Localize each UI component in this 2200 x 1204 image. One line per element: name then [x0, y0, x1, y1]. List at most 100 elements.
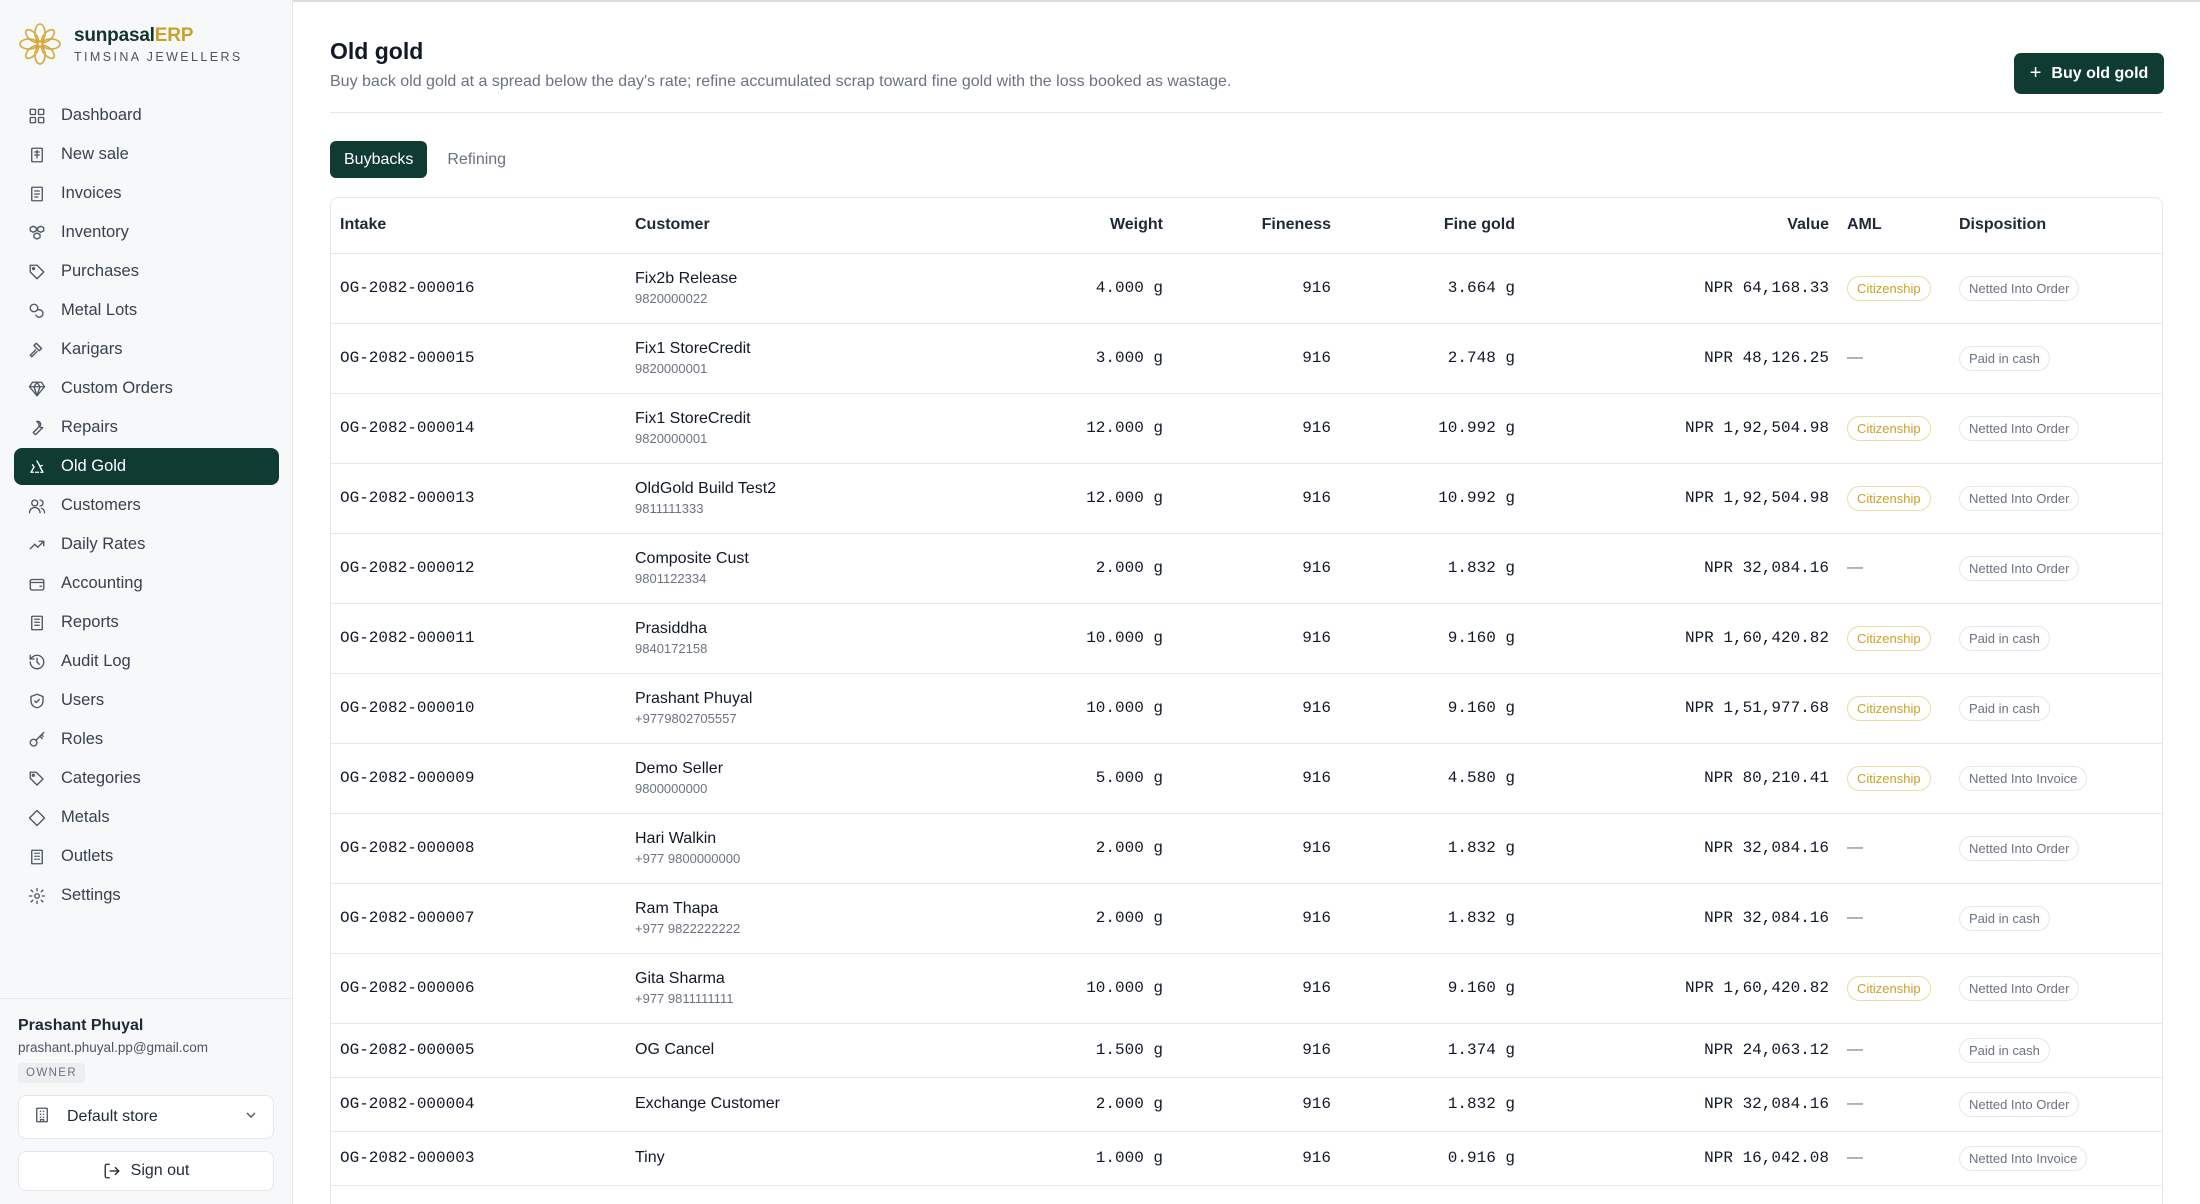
- sidebar-item-customers[interactable]: Customers: [14, 487, 279, 524]
- disposition-cell: Netted Into Order: [1950, 253, 2162, 324]
- intake-cell: OG-2082-000016: [331, 253, 626, 324]
- buybacks-table: Intake Customer Weight Fineness Fine gol…: [330, 197, 2163, 1204]
- customer-name: Composite Cust: [635, 550, 749, 567]
- sidebar-item-users[interactable]: Users: [14, 682, 279, 719]
- fine-gold-cell: 1.374 g: [1340, 1023, 1524, 1078]
- sidebar-item-purchases[interactable]: Purchases: [14, 253, 279, 290]
- table-row[interactable]: OG-2082-000009 Demo Seller 9800000000 5.000…: [331, 743, 2162, 814]
- fine-gold-cell: 10.992 g: [1340, 463, 1524, 534]
- key-icon: [28, 731, 46, 749]
- sidebar-item-dashboard[interactable]: Dashboard: [14, 97, 279, 134]
- intake-cell: OG-2082-000007: [331, 883, 626, 954]
- history-icon: [28, 653, 46, 671]
- brand[interactable]: sunpasalERP TIMSINA JEWELLERS: [18, 22, 243, 66]
- sidebar-item-new-sale[interactable]: New sale: [14, 136, 279, 173]
- disposition-badge: Netted Into Order: [1959, 275, 2080, 301]
- value-cell: NPR 32,084.16: [1524, 883, 1838, 954]
- sidebar-item-old-gold[interactable]: Old Gold: [14, 448, 279, 485]
- value-cell: NPR 1,60,420.82: [1524, 953, 1838, 1024]
- table-row[interactable]: OG-2082-000015 Fix1 StoreCredit 9820000001…: [331, 323, 2162, 394]
- sidebar-item-roles[interactable]: Roles: [14, 721, 279, 758]
- table-row[interactable]: OG-2082-000005 OG Cancel 1.500 g 916 1.374 g…: [331, 1023, 2162, 1078]
- boxes-icon: [28, 224, 46, 242]
- table-row[interactable]: OG-2082-000010 Prashant Phuyal +9779802705…: [331, 673, 2162, 744]
- aml-cell: Citizenship: [1838, 603, 1950, 674]
- disposition-cell: Netted Into Invoice: [1950, 1131, 2162, 1186]
- sidebar-item-karigars[interactable]: Karigars: [14, 331, 279, 368]
- customer-phone: +977 9811111111: [635, 991, 734, 1006]
- sidebar-item-label: Invoices: [61, 184, 122, 202]
- store-selector[interactable]: Default store: [18, 1095, 274, 1139]
- column-header-intake[interactable]: Intake: [331, 198, 626, 254]
- table-row[interactable]: OG-2082-000007 Ram Thapa +977 9822222222 2.…: [331, 883, 2162, 954]
- table-row[interactable]: OG-2082-000013 OldGold Build Test2 9811111…: [331, 463, 2162, 534]
- customer-cell: OG Cancel: [626, 1023, 956, 1078]
- sidebar-item-repairs[interactable]: Repairs: [14, 409, 279, 446]
- value-cell: NPR 1,60,420.82: [1524, 603, 1838, 674]
- sidebar-item-accounting[interactable]: Accounting: [14, 565, 279, 602]
- sidebar-item-invoices[interactable]: Invoices: [14, 175, 279, 212]
- aml-cell: Citizenship: [1838, 393, 1950, 464]
- trend-icon: [28, 536, 46, 554]
- sign-out-button[interactable]: Sign out: [18, 1151, 274, 1191]
- aml-cell: —: [1838, 1077, 1950, 1132]
- aml-cell: Citizenship: [1838, 463, 1950, 534]
- sidebar-item-reports[interactable]: Reports: [14, 604, 279, 641]
- buy-old-gold-button[interactable]: + Buy old gold: [2014, 53, 2164, 94]
- customer-phone: 9820000001: [635, 431, 708, 446]
- customer-cell: Fix1 StoreCredit 9820000001: [626, 323, 956, 394]
- customer-phone: 9820000001: [635, 361, 708, 376]
- intake-cell: OG-2082-000013: [331, 463, 626, 534]
- customer-phone: 9820000022: [635, 291, 708, 306]
- column-header-disposition[interactable]: Disposition: [1950, 198, 2162, 254]
- sidebar-item-label: Users: [61, 691, 105, 709]
- sidebar-item-outlets[interactable]: Outlets: [14, 838, 279, 875]
- table-row[interactable]: OG-2082-000011 Prasiddha 9840172158 10.000 …: [331, 603, 2162, 674]
- table-row[interactable]: OG-2082-000004 Exchange Customer 2.000 g 91…: [331, 1077, 2162, 1132]
- sidebar-item-categories[interactable]: Categories: [14, 760, 279, 797]
- customer-name: Exchange Customer: [635, 1095, 780, 1112]
- aml-badge: Citizenship: [1847, 765, 1931, 791]
- sidebar-item-label: Accounting: [61, 574, 143, 592]
- tab-refining[interactable]: Refining: [433, 141, 520, 178]
- aml-empty: —: [1847, 909, 1863, 926]
- hammer-icon: [28, 341, 46, 359]
- disposition-badge: Netted Into Order: [1959, 415, 2080, 441]
- wallet-icon: [28, 575, 46, 593]
- aml-badge: Citizenship: [1847, 415, 1931, 441]
- disposition-cell: Netted Into Order: [1950, 813, 2162, 884]
- fineness-cell: 916: [1172, 533, 1340, 604]
- fine-gold-cell: 1.832 g: [1340, 533, 1524, 604]
- customer-name: Gita Sharma: [635, 970, 725, 987]
- column-header-weight[interactable]: Weight: [956, 198, 1172, 254]
- column-header-fine-gold[interactable]: Fine gold: [1340, 198, 1524, 254]
- sidebar-item-audit-log[interactable]: Audit Log: [14, 643, 279, 680]
- tab-buybacks[interactable]: Buybacks: [330, 141, 428, 178]
- store-selector-value: Default store: [67, 1108, 158, 1125]
- sidebar-item-custom-orders[interactable]: Custom Orders: [14, 370, 279, 407]
- sidebar-item-daily-rates[interactable]: Daily Rates: [14, 526, 279, 563]
- table-row[interactable]: OG-2082-000006 Gita Sharma +977 9811111111…: [331, 953, 2162, 1024]
- table-row[interactable]: OG-2082-000012 Composite Cust 9801122334 2.…: [331, 533, 2162, 604]
- fineness-cell: 916: [1172, 603, 1340, 674]
- table-row[interactable]: OG-2082-000016 Fix2b Release 9820000022 4.0…: [331, 253, 2162, 324]
- value-cell: NPR 32,084.16: [1524, 1077, 1838, 1132]
- aml-badge: Citizenship: [1847, 975, 1931, 1001]
- sidebar-item-inventory[interactable]: Inventory: [14, 214, 279, 251]
- column-header-customer[interactable]: Customer: [626, 198, 956, 254]
- column-header-fineness[interactable]: Fineness: [1172, 198, 1340, 254]
- table-row[interactable]: OG-2082-000008 Hari Walkin +977 9800000000…: [331, 813, 2162, 884]
- sidebar-item-settings[interactable]: Settings: [14, 877, 279, 914]
- brand-name: sunpasalERP: [74, 24, 194, 46]
- customer-cell: Hari Walkin +977 9800000000: [626, 813, 956, 884]
- grid-icon: [28, 107, 46, 125]
- table-row[interactable]: OG-2082-000003 Tiny 1.000 g 916 0.916 g NPR 1…: [331, 1131, 2162, 1186]
- weight-cell: 12.000 g: [956, 393, 1172, 464]
- sidebar-item-metals[interactable]: Metals: [14, 799, 279, 836]
- table-row[interactable]: OG-2082-000014 Fix1 StoreCredit 9820000001…: [331, 393, 2162, 464]
- sidebar-item-label: Repairs: [61, 418, 118, 436]
- column-header-aml[interactable]: AML: [1838, 198, 1950, 254]
- sidebar-item-metal-lots[interactable]: Metal Lots: [14, 292, 279, 329]
- disposition-cell: Paid in cash: [1950, 323, 2162, 394]
- column-header-value[interactable]: Value: [1524, 198, 1838, 254]
